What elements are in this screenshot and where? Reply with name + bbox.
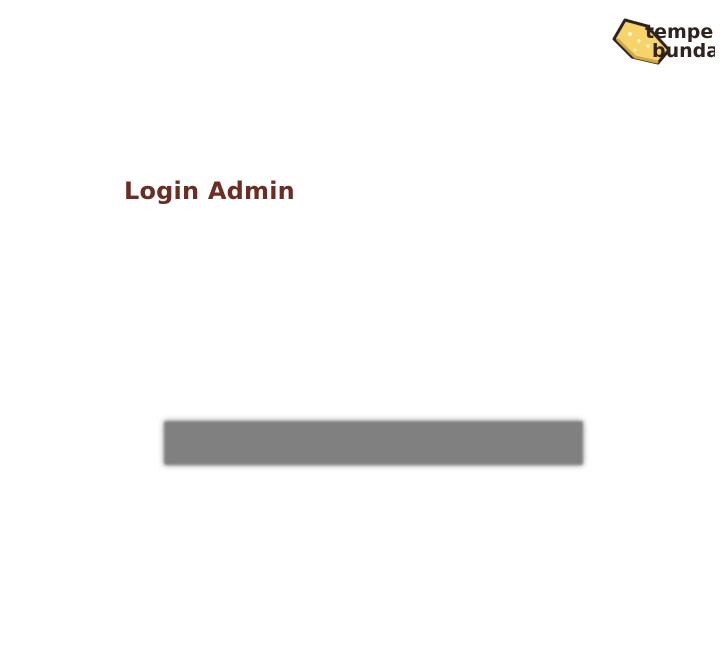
tempe-bunda-logo[interactable]: tempe bunda [610, 14, 715, 70]
page-title: Login Admin [124, 177, 295, 205]
logo-text-bunda: bunda [652, 40, 715, 62]
blurred-bar [164, 421, 583, 465]
